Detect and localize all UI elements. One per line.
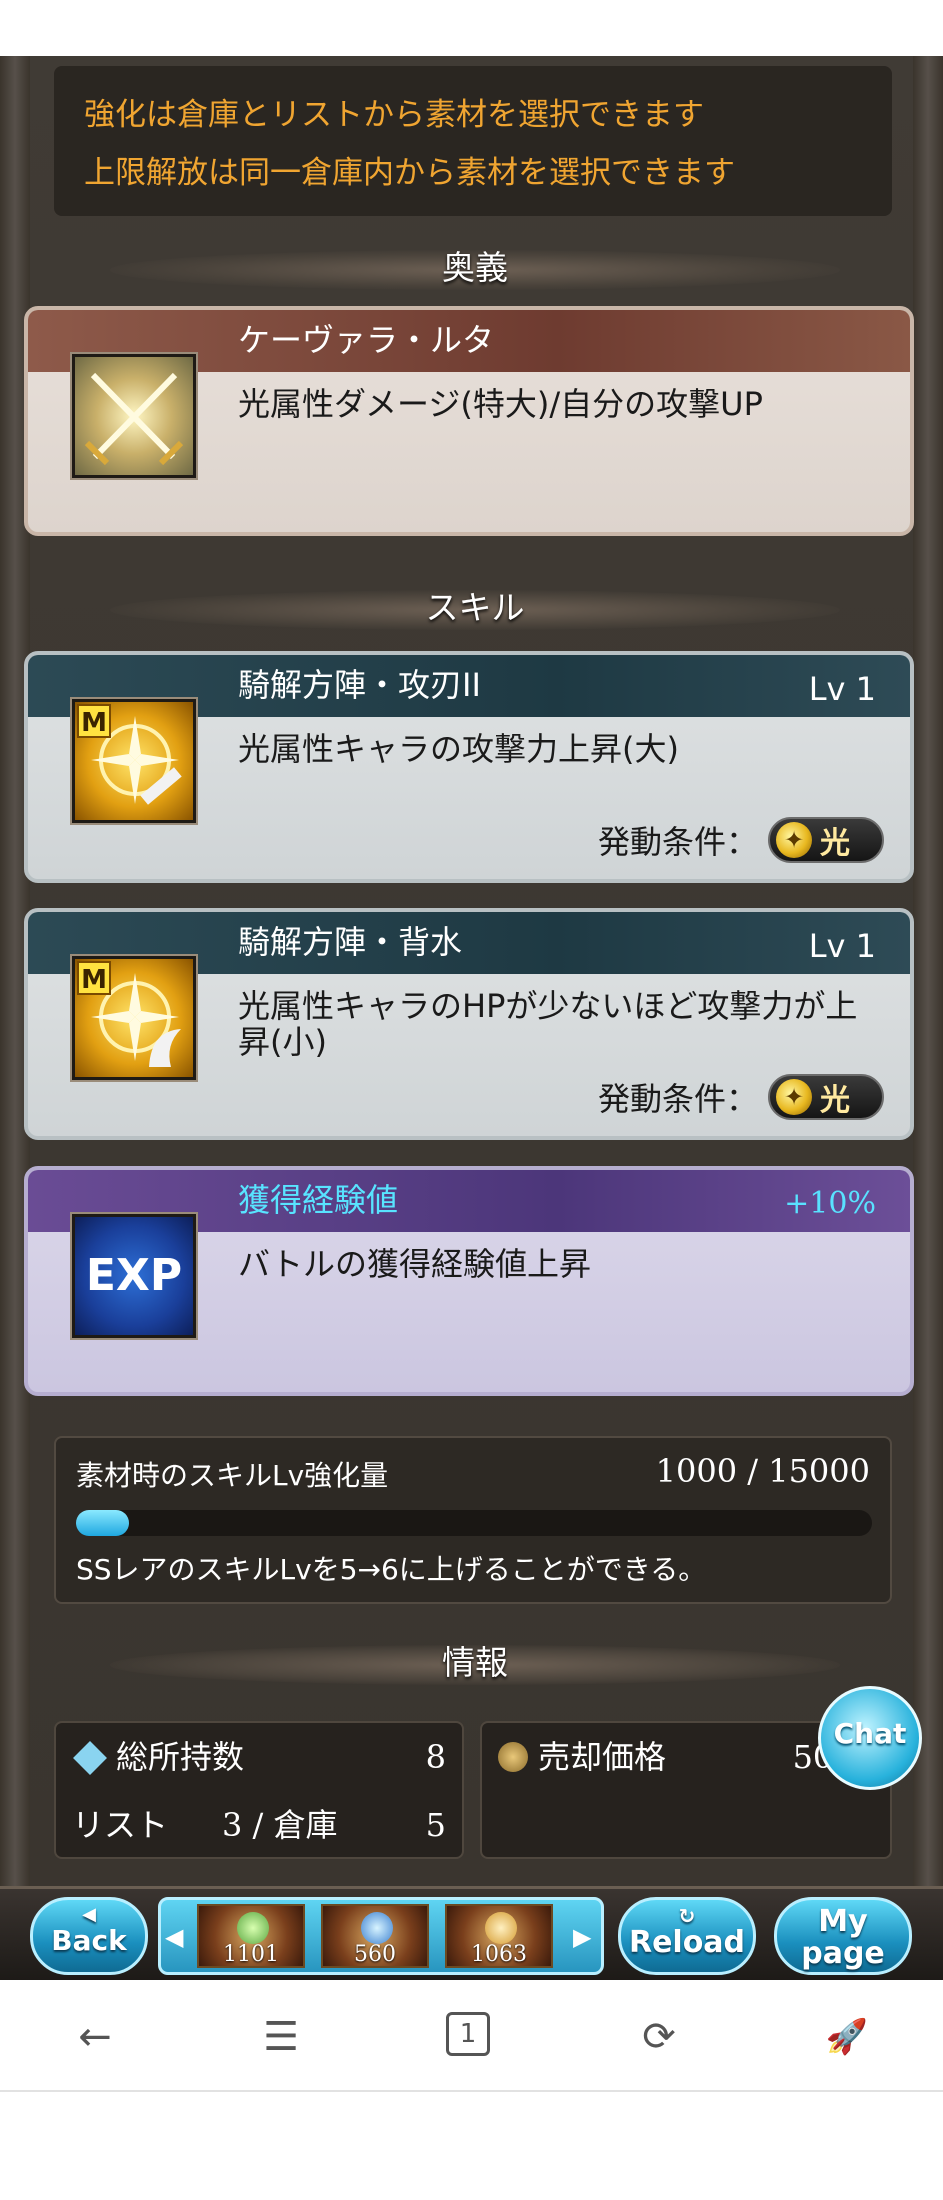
browser-bottom-nav: ← ☰ 1 ⟳ 🚀 <box>0 1980 943 2090</box>
light-orb-icon: ✦ <box>776 1079 812 1115</box>
possession-info-box: 総所持数 8 リスト 3 / 倉庫 5 <box>54 1721 464 1859</box>
diamond-icon <box>73 1741 107 1775</box>
status-bar <box>0 0 943 56</box>
skill-2-level: Lv 1 <box>808 927 876 965</box>
skill-2-title: 騎解方陣・背水 <box>238 923 463 961</box>
section-skill-label: スキル <box>425 588 525 627</box>
item-1-count: 1101 <box>223 1942 279 1967</box>
section-ougi-label: 奥義 <box>442 248 508 287</box>
browser-menu-icon[interactable]: ☰ <box>256 2012 306 2062</box>
exp-icon: EXP <box>72 1214 196 1338</box>
light-orb-icon: ✦ <box>776 822 812 858</box>
item-shortcut-2[interactable]: 560 <box>321 1904 429 1968</box>
crossed-swords-icon <box>72 354 196 478</box>
mypage-button[interactable]: My page <box>774 1897 912 1975</box>
ougi-title: ケーヴァラ・ルタ <box>238 321 495 359</box>
skill-2-cond-label: 発動条件： <box>597 1080 758 1118</box>
total-owned-row: 総所持数 8 <box>72 1727 446 1787</box>
frame-right <box>913 56 943 1886</box>
skill-1-level: Lv 1 <box>808 670 876 708</box>
warehouse-value: 5 <box>425 1806 446 1844</box>
exp-desc: バトルの獲得経験値上昇 <box>238 1245 591 1283</box>
skill-1-cond-value: 光 <box>820 826 850 861</box>
light-element-badge: ✦ 光 <box>768 1074 884 1120</box>
back-label: Back <box>51 1924 127 1957</box>
skill-2-m-tag: M <box>77 961 111 995</box>
section-info-label: 情報 <box>442 1643 508 1682</box>
total-owned-label: 総所持数 <box>116 1738 245 1776</box>
skill-card-2[interactable]: 騎解方陣・背水 Lv 1 光属性キャラのHPが少ないほど攻撃力が上昇(小) M … <box>24 908 914 1140</box>
list-label: リスト <box>72 1806 169 1844</box>
skill-1-title: 騎解方陣・攻刃II <box>238 666 481 704</box>
notice-line-2: 上限解放は同一倉庫内から素材を選択できます <box>84 155 735 191</box>
compass-claw-icon: M <box>72 956 196 1080</box>
skill-lv-progress-fill <box>76 1510 130 1536</box>
section-skill-header: スキル <box>110 578 840 638</box>
blue-gem-icon <box>361 1912 393 1944</box>
skill-lv-note: SSレアのスキルLvを5→6に上げることができる。 <box>76 1553 707 1586</box>
item-shortcut-strip: ◀ 1101 560 1063 ▶ <box>158 1897 604 1975</box>
total-owned-value: 8 <box>425 1738 446 1776</box>
list-value: 3 / 倉庫 <box>222 1795 338 1855</box>
item-shortcut-3[interactable]: 1063 <box>445 1904 553 1968</box>
sell-price-label: 売却価格 <box>538 1738 667 1776</box>
exp-title: 獲得経験値 <box>238 1181 399 1219</box>
skill-2-desc: 光属性キャラのHPが少ないほど攻撃力が上昇(小) <box>238 987 858 1061</box>
ougi-card[interactable]: ケーヴァラ・ルタ 光属性ダメージ(特大)/自分の攻撃UP <box>24 306 914 536</box>
mypage-label-1: My <box>818 1904 868 1939</box>
item-3-count: 1063 <box>471 1942 527 1967</box>
back-arrow-icon: ◀ <box>82 1904 96 1925</box>
game-nav-bar: ◀ Back ◀ 1101 560 1063 ▶ ↻ Reload My pag… <box>0 1886 943 1980</box>
gold-gem-icon <box>485 1912 517 1944</box>
skill-lv-value: 1000 / 15000 <box>655 1452 870 1490</box>
bottom-divider <box>0 2090 943 2092</box>
section-info-header: 情報 <box>110 1633 840 1693</box>
mypage-label-2: page <box>801 1936 885 1971</box>
reload-button[interactable]: ↻ Reload <box>618 1897 756 1975</box>
browser-rocket-icon[interactable]: 🚀 <box>822 2012 872 2062</box>
section-ougi-header: 奥義 <box>110 238 840 298</box>
warehouse-label: 倉庫 <box>273 1806 338 1844</box>
skill-1-cond-label: 発動条件： <box>597 823 758 861</box>
exp-bonus-card[interactable]: 獲得経験値 +10% バトルの獲得経験値上昇 EXP <box>24 1166 914 1396</box>
skill-lv-progress-bar <box>76 1510 872 1536</box>
notice-line-1: 強化は倉庫とリストから素材を選択できます <box>84 97 704 133</box>
skill-1-m-tag: M <box>77 704 111 738</box>
strip-right-arrow-icon[interactable]: ▶ <box>573 1922 591 1952</box>
exp-bonus: +10% <box>784 1186 876 1221</box>
strip-left-arrow-icon[interactable]: ◀ <box>165 1922 183 1952</box>
ougi-desc: 光属性ダメージ(特大)/自分の攻撃UP <box>238 385 763 423</box>
reload-label: Reload <box>628 1925 746 1960</box>
skill-lv-panel: 素材時のスキルLv強化量 1000 / 15000 SSレアのスキルLvを5→6… <box>54 1436 892 1604</box>
coin-icon <box>498 1742 528 1772</box>
browser-refresh-icon[interactable]: ⟳ <box>634 2012 684 2062</box>
skill-lv-label: 素材時のスキルLv強化量 <box>76 1459 389 1492</box>
skill-card-1[interactable]: 騎解方陣・攻刃II Lv 1 光属性キャラの攻撃力上昇(大) M 発動条件： ✦ <box>24 651 914 883</box>
item-2-count: 560 <box>354 1942 396 1967</box>
item-shortcut-1[interactable]: 1101 <box>197 1904 305 1968</box>
browser-tabs-icon[interactable]: 1 <box>446 2012 490 2056</box>
weapon-detail-panel: 強化は倉庫とリストから素材を選択できます 上限解放は同一倉庫内から素材を選択でき… <box>24 56 914 1886</box>
game-view: 強化は倉庫とリストから素材を選択できます 上限解放は同一倉庫内から素材を選択でき… <box>0 56 943 1980</box>
browser-back-icon[interactable]: ← <box>70 2012 120 2062</box>
green-gem-icon <box>237 1912 269 1944</box>
skill-2-cond-value: 光 <box>820 1083 850 1118</box>
list-count: 3 / <box>222 1806 264 1844</box>
compass-sword-icon: M <box>72 699 196 823</box>
list-warehouse-row: リスト 3 / 倉庫 5 <box>72 1795 446 1855</box>
reload-icon: ↻ <box>678 1904 696 1928</box>
skill-2-condition: 発動条件： ✦ 光 <box>598 1074 884 1120</box>
skill-1-desc: 光属性キャラの攻撃力上昇(大) <box>238 730 679 768</box>
light-element-badge: ✦ 光 <box>768 817 884 863</box>
notice-box: 強化は倉庫とリストから素材を選択できます 上限解放は同一倉庫内から素材を選択でき… <box>54 66 892 216</box>
back-button[interactable]: ◀ Back <box>30 1897 148 1975</box>
chat-button[interactable]: Chat <box>818 1686 922 1790</box>
skill-1-condition: 発動条件： ✦ 光 <box>598 817 884 863</box>
